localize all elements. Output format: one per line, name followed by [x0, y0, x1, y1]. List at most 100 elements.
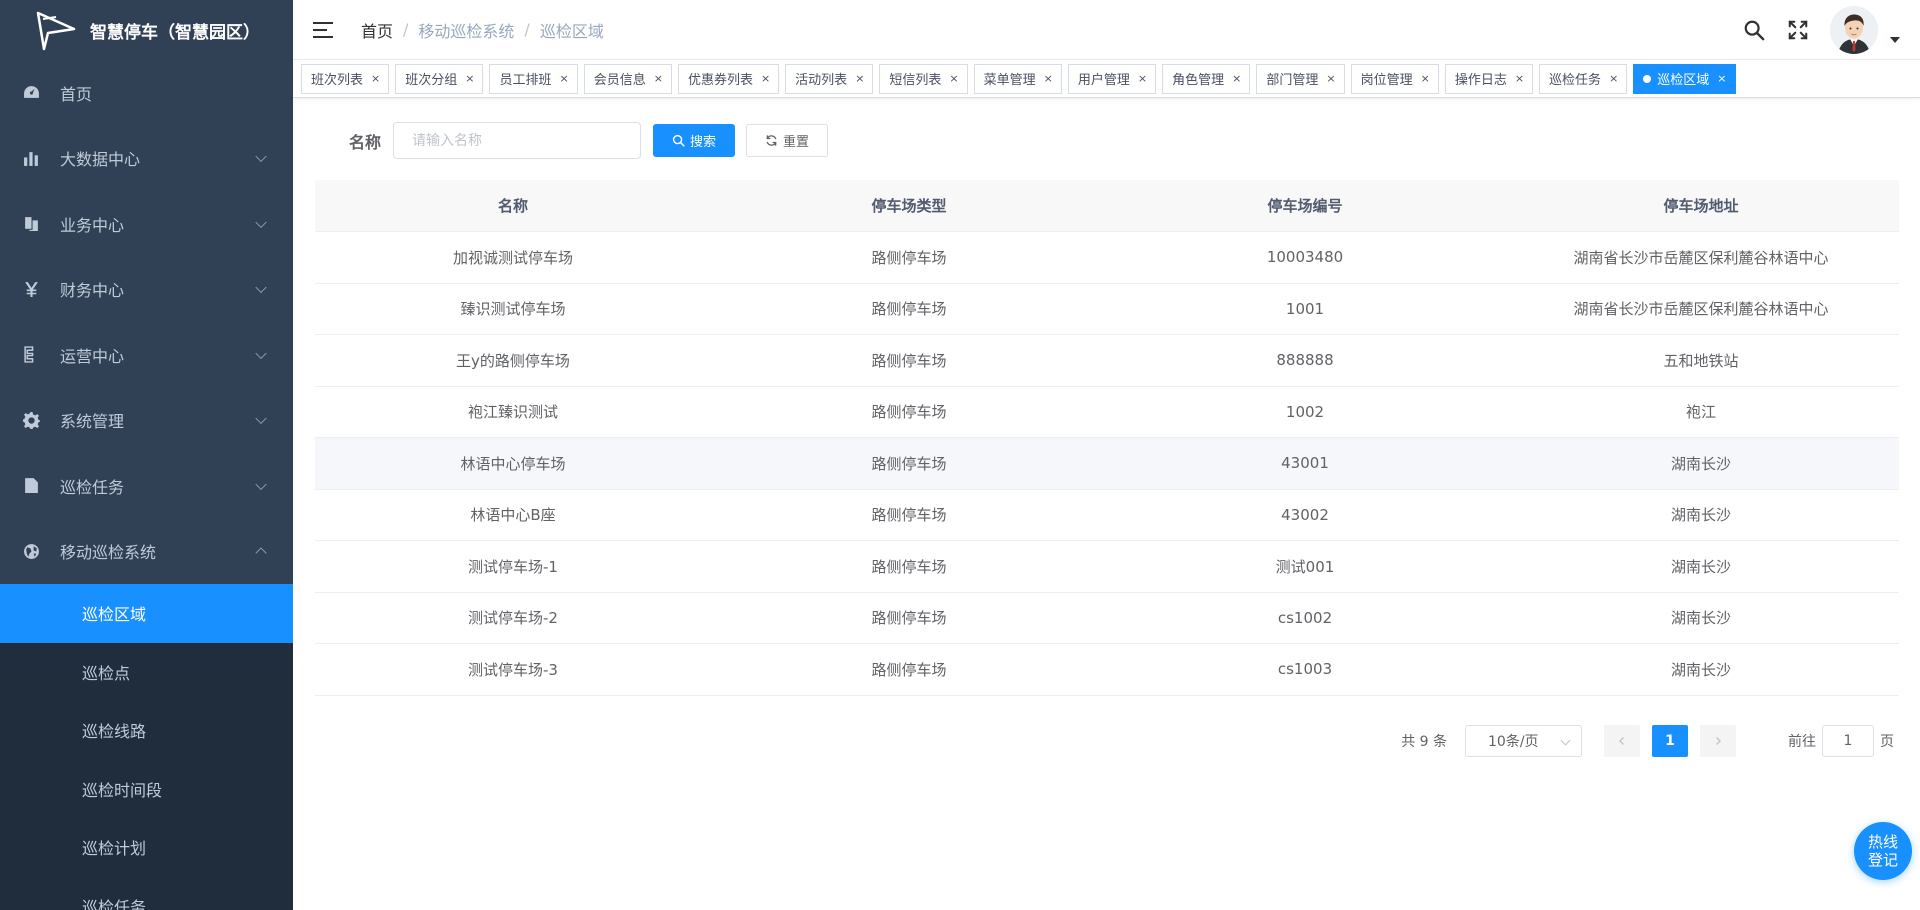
prev-page-button[interactable] — [1604, 725, 1640, 757]
sidebar-item[interactable]: 巡检任务 — [0, 453, 293, 519]
tag-label: 部门管理 — [1266, 73, 1319, 88]
tag-item[interactable]: 巡检任务 × — [1539, 63, 1628, 94]
close-icon[interactable]: × — [1138, 72, 1147, 85]
sidebar-item-label: 业务中心 — [60, 215, 125, 235]
sidebar-subitem[interactable]: 巡检任务 — [0, 877, 293, 910]
hamburger-icon[interactable] — [313, 21, 333, 39]
table-cell: 路侧停车场 — [871, 248, 947, 267]
tag-item[interactable]: 员工排班 × — [489, 63, 578, 94]
chevron-down-icon — [255, 150, 267, 163]
goto-page-input[interactable] — [1822, 725, 1874, 757]
tag-item[interactable]: 部门管理 × — [1256, 63, 1345, 94]
goto-page: 前往 页 — [1788, 725, 1894, 757]
table-row[interactable]: 测试停车场-2 路侧停车场 cs1002 湖南长沙 — [315, 593, 1899, 644]
close-icon[interactable]: × — [1044, 72, 1053, 85]
close-icon[interactable]: × — [1717, 72, 1726, 85]
close-icon[interactable]: × — [1232, 72, 1241, 85]
sidebar-subitem[interactable]: 巡检点 — [0, 643, 293, 702]
table-cell: 湖南省长沙市岳麓区保利麓谷林语中心 — [1573, 248, 1829, 267]
tag-item[interactable]: 会员信息 × — [583, 63, 672, 94]
page-size-value: 10条/页 — [1488, 734, 1539, 750]
sidebar-subitem[interactable]: 巡检线路 — [0, 701, 293, 760]
page-size-select[interactable]: 10条/页 — [1465, 725, 1582, 757]
close-icon[interactable]: × — [559, 72, 568, 85]
sidebar-item[interactable]: 移动巡检系统 — [0, 519, 293, 585]
name-label: 名称 — [349, 132, 382, 152]
sidebar: 智慧停车（智慧园区） 首页 大数据中心 业务中心 财务中心 运营中心 系统管理 巡检任务 移动… — [0, 0, 293, 910]
sidebar-subitem[interactable]: 巡检时间段 — [0, 760, 293, 819]
close-icon[interactable]: × — [1515, 72, 1524, 85]
tag-item[interactable]: 巡检区域 × — [1633, 63, 1736, 94]
table-row[interactable]: 王y的路侧停车场 路侧停车场 888888 五和地铁站 — [315, 335, 1899, 387]
sidebar-item[interactable]: 财务中心 — [0, 257, 293, 323]
main-content: 名称 搜索 重置 名称停车场类型停车场编号停车场地址 加视诚测试停车场路侧停车场… — [293, 98, 1920, 910]
sidebar-item[interactable]: 运营中心 — [0, 322, 293, 388]
tag-item[interactable]: 班次列表 × — [301, 63, 390, 94]
search-button[interactable]: 搜索 — [653, 124, 736, 157]
close-icon[interactable]: × — [1326, 72, 1335, 85]
data-table: 名称 停车场类型 停车场编号 停车场地址 加视诚测试停车场 路侧停车场 10003480 湖… — [315, 180, 1899, 696]
tag-item[interactable]: 菜单管理 × — [973, 63, 1062, 94]
table-cell: 888888 — [1276, 351, 1334, 370]
sidebar-item-label: 财务中心 — [60, 281, 125, 301]
close-icon[interactable]: × — [855, 72, 864, 85]
sidebar-item[interactable]: 系统管理 — [0, 388, 293, 454]
table-row[interactable]: 测试停车场-3 路侧停车场 cs1003 湖南长沙 — [315, 644, 1899, 696]
sidebar-item-label: 首页 — [60, 84, 93, 104]
table-row[interactable]: 袍江臻识测试 路侧停车场 1002 袍江 — [315, 387, 1899, 438]
table-row[interactable]: 臻识测试停车场 路侧停车场 1001 湖南省长沙市岳麓区保利麓谷林语中心 — [315, 284, 1899, 335]
reset-button[interactable]: 重置 — [746, 124, 829, 157]
caret-down-icon[interactable] — [1890, 37, 1900, 43]
table-row[interactable]: 测试停车场-1 路侧停车场 测试001 湖南长沙 — [315, 541, 1899, 593]
table-row[interactable]: 加视诚测试停车场 路侧停车场 10003480 湖南省长沙市岳麓区保利麓谷林语中心 — [315, 232, 1899, 284]
tag-item[interactable]: 角色管理 × — [1162, 63, 1251, 94]
sidebar-subitem[interactable]: 巡检计划 — [0, 818, 293, 877]
table-row[interactable]: 林语中心停车场 路侧停车场 43001 湖南长沙 — [315, 438, 1899, 490]
search-icon — [672, 134, 685, 147]
table-cell: 路侧停车场 — [871, 300, 947, 319]
user-avatar-icon — [1830, 6, 1878, 54]
tag-label: 用户管理 — [1077, 73, 1130, 88]
tag-label: 员工排班 — [499, 73, 552, 88]
tag-item[interactable]: 优惠券列表 × — [677, 63, 780, 94]
name-search-input[interactable] — [393, 122, 642, 159]
close-icon[interactable]: × — [1421, 72, 1430, 85]
tag-label: 短信列表 — [889, 73, 942, 88]
close-icon[interactable]: × — [371, 72, 380, 85]
fullscreen-icon[interactable] — [1786, 18, 1810, 42]
pagination: 共 9 条 10条/页 1 前往 页 — [1401, 725, 1894, 757]
hotline-register-button[interactable]: 热线登记 — [1854, 822, 1912, 880]
sidebar-item[interactable]: 业务中心 — [0, 191, 293, 257]
sidebar-subitem[interactable]: 巡检区域 — [0, 584, 293, 643]
search-icon[interactable] — [1742, 18, 1766, 42]
table-cell: 王y的路侧停车场 — [456, 351, 570, 370]
tag-item[interactable]: 岗位管理 × — [1350, 63, 1439, 94]
close-icon[interactable]: × — [949, 72, 958, 85]
sidebar-item[interactable]: 首页 — [0, 60, 293, 126]
column-header: 停车场编号 — [1267, 197, 1343, 215]
avatar[interactable] — [1830, 6, 1878, 54]
close-icon[interactable]: × — [654, 72, 663, 85]
next-page-button[interactable] — [1700, 725, 1736, 757]
tag-item[interactable]: 班次分组 × — [395, 63, 484, 94]
chevron-down-icon — [1560, 735, 1571, 746]
gear-icon — [22, 411, 40, 429]
page-number-button[interactable]: 1 — [1652, 725, 1688, 757]
breadcrumb-home[interactable]: 首页 — [361, 18, 393, 42]
tag-item[interactable]: 活动列表 × — [785, 63, 874, 94]
refresh-icon — [766, 135, 777, 146]
close-icon[interactable]: × — [1609, 72, 1618, 85]
breadcrumb-current: 巡检区域 — [539, 21, 604, 41]
tag-item[interactable]: 操作日志 × — [1444, 63, 1534, 94]
table-row[interactable]: 林语中心B座 路侧停车场 43002 湖南长沙 — [315, 490, 1899, 541]
sidebar-item[interactable]: 大数据中心 — [0, 126, 293, 192]
tag-item[interactable]: 用户管理 × — [1067, 63, 1157, 94]
tag-item[interactable]: 短信列表 × — [879, 63, 968, 94]
table-cell: 测试停车场-2 — [468, 609, 558, 628]
chevron-down-icon — [255, 281, 267, 294]
close-icon[interactable]: × — [761, 72, 770, 85]
tag-label: 巡检区域 — [1657, 73, 1710, 88]
close-icon[interactable]: × — [465, 72, 474, 85]
search-button-label: 搜索 — [690, 135, 717, 150]
logo: 智慧停车（智慧园区） — [0, 0, 293, 60]
